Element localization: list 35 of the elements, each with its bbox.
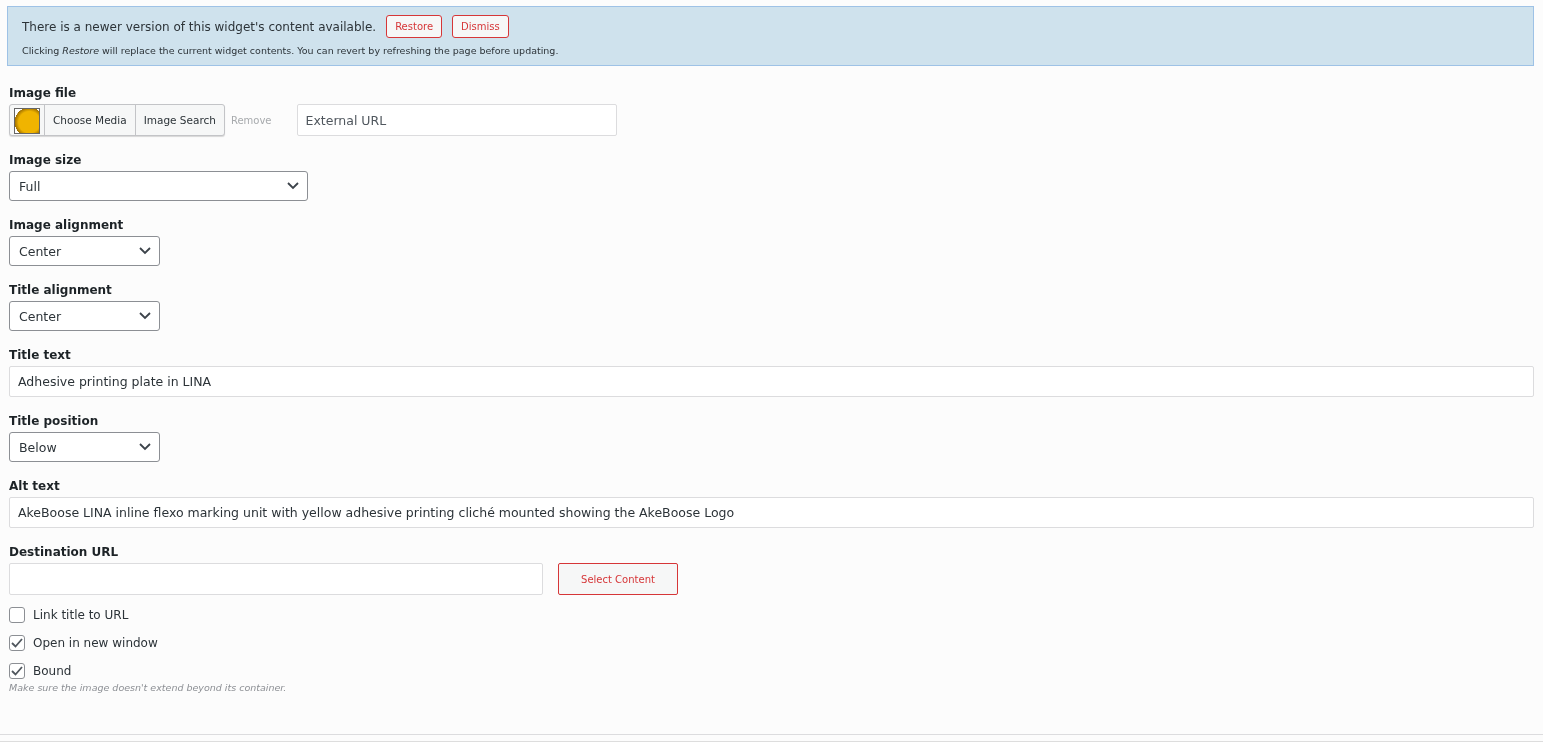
field-label: Image file: [9, 86, 78, 100]
media-button[interactable]: Image Search: [134, 105, 224, 135]
select-dropdown[interactable]: Center: [9, 301, 160, 331]
checkbox[interactable]: [9, 663, 25, 679]
media-button[interactable]: Choose Media: [44, 105, 135, 135]
select-dropdown[interactable]: Full: [9, 171, 308, 201]
select-dropdown[interactable]: Center: [9, 236, 160, 266]
hint-text: Make sure the image doesn't extend beyond its container.: [9, 682, 288, 693]
chevron-down-icon: [139, 312, 151, 320]
field-label: Alt text: [9, 479, 61, 493]
checkbox[interactable]: [9, 635, 25, 651]
field-label: Title alignment: [9, 283, 113, 297]
notice-button[interactable]: Restore: [386, 15, 443, 38]
checkbox-label: Open in new window: [33, 636, 158, 650]
notice-message: There is a newer version of this widget's content available.: [22, 19, 377, 34]
chevron-down-icon: [139, 247, 151, 255]
field-label: Title text: [9, 348, 72, 362]
field-label: Destination URL: [9, 545, 120, 559]
checkbox-label: Bound: [33, 664, 72, 678]
notice-button[interactable]: Dismiss: [452, 15, 509, 38]
select-content-button[interactable]: Select Content: [558, 563, 678, 595]
field-label: Title position: [9, 414, 100, 428]
chevron-down-icon: [139, 443, 151, 451]
chevron-down-icon: [287, 182, 299, 190]
select-dropdown[interactable]: Below: [9, 432, 160, 462]
checkbox[interactable]: [9, 607, 25, 623]
external-url-field[interactable]: External URL: [296, 104, 617, 136]
text-field[interactable]: Adhesive printing plate in LINA: [9, 366, 1534, 397]
url-field[interactable]: [9, 563, 543, 595]
field-label: Image size: [9, 153, 83, 167]
checkbox-label: Link title to URL: [33, 608, 129, 622]
image-thumbnail[interactable]: [14, 108, 40, 134]
field-label: Image alignment: [9, 218, 125, 232]
text-field[interactable]: AkeBoose LINA inline flexo marking unit with yellow adhesive printing cliché mounted showing the AkeBoose Logo: [9, 497, 1534, 528]
notice-detail: Clicking Restore will replace the current widget contents. You can revert by refreshing the page before updating.: [22, 45, 560, 56]
